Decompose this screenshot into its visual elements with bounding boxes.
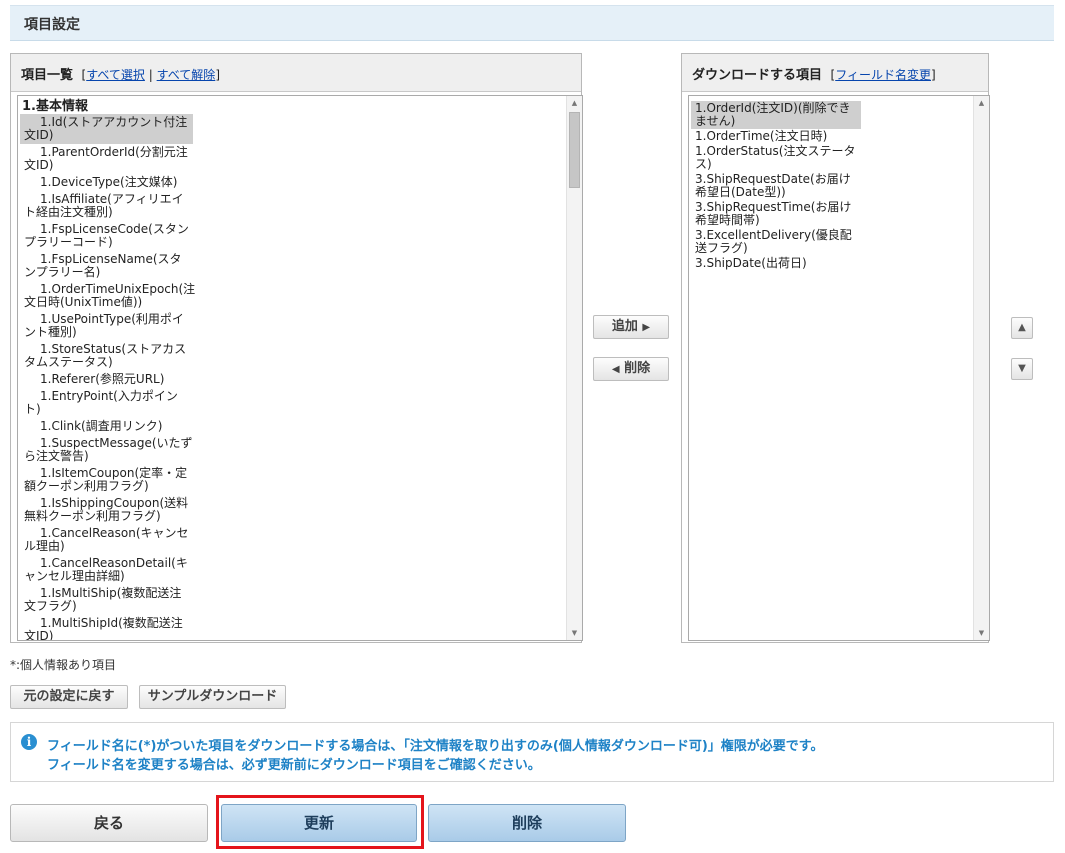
bracket-close: ] bbox=[931, 68, 936, 82]
download-field-option[interactable]: 3.ShipRequestDate(お届け希望日(Date型)) bbox=[691, 172, 861, 200]
field-option[interactable]: 1.DeviceType(注文媒体) bbox=[20, 174, 193, 191]
field-option[interactable]: 1.Referer(参照元URL) bbox=[20, 371, 193, 388]
update-button[interactable]: 更新 bbox=[221, 804, 417, 842]
triangle-down-icon: ▼ bbox=[1018, 363, 1026, 374]
deselect-all-link[interactable]: すべて解除 bbox=[157, 68, 216, 82]
reset-settings-button[interactable]: 元の設定に戻す bbox=[10, 685, 128, 709]
scroll-thumb[interactable] bbox=[569, 112, 580, 188]
download-field-option[interactable]: 3.ShipRequestTime(お届け希望時間帯) bbox=[691, 200, 861, 228]
download-fields-listbox[interactable]: 1.OrderId(注文ID)(削除できません) 1.OrderTime(注文日時… bbox=[688, 95, 990, 641]
field-option[interactable]: 1.ParentOrderId(分割元注文ID) bbox=[20, 144, 193, 174]
info-line-1: フィールド名に(*)がついた項目をダウンロードする場合は、「注文情報を取り出すの… bbox=[47, 739, 824, 754]
download-field-option[interactable]: 3.ShipDate(出荷日) bbox=[691, 256, 861, 271]
available-fields-listbox[interactable]: 1.基本情報 1.Id(ストアアカウント付注文ID) 1.ParentOrderId… bbox=[17, 95, 583, 641]
field-option[interactable]: 1.Clink(調査用リンク) bbox=[20, 418, 193, 435]
field-option[interactable]: 1.StoreStatus(ストアカスタムステータス) bbox=[20, 341, 193, 371]
select-all-link[interactable]: すべて選択 bbox=[86, 68, 145, 82]
section-title: 項目設定 bbox=[24, 17, 80, 33]
download-fields-list: 1.OrderId(注文ID)(削除できません) 1.OrderTime(注文日時… bbox=[691, 101, 861, 271]
download-fields-header: ダウンロードする項目 [フィールド名変更] bbox=[682, 54, 988, 92]
download-fields-panel: ダウンロードする項目 [フィールド名変更] 1.OrderId(注文ID)(削除… bbox=[681, 53, 990, 643]
field-list-panel: 項目一覧 [すべて選択 | すべて解除] 1.基本情報 1.Id(ストアアカウント… bbox=[10, 53, 583, 643]
delete-button[interactable]: 削除 bbox=[428, 804, 626, 842]
field-option[interactable]: 1.IsAffiliate(アフィリエイト経由注文種別) bbox=[20, 191, 193, 221]
download-field-option[interactable]: 1.OrderTime(注文日時) bbox=[691, 129, 861, 144]
field-option[interactable]: 1.UsePointType(利用ポイント種別) bbox=[20, 311, 193, 341]
field-option[interactable]: 1.EntryPoint(入力ポイント) bbox=[20, 388, 193, 418]
info-icon: i bbox=[21, 734, 37, 750]
remove-label: 削除 bbox=[624, 361, 651, 376]
add-label: 追加 bbox=[611, 319, 638, 334]
left-list-scrollbar[interactable]: ▲ ▼ bbox=[566, 96, 582, 640]
available-fields-list: 1.基本情報 1.Id(ストアアカウント付注文ID) 1.ParentOrderId… bbox=[20, 98, 195, 641]
field-option[interactable]: 1.CancelReasonDetail(キャンセル理由詳細) bbox=[20, 555, 193, 585]
back-button[interactable]: 戻る bbox=[10, 804, 208, 842]
personal-info-note: *:個人情報あり項目 bbox=[10, 658, 117, 672]
scroll-up-arrow-icon[interactable]: ▲ bbox=[567, 96, 582, 110]
field-option[interactable]: 1.CancelReason(キャンセル理由) bbox=[20, 525, 193, 555]
sample-download-button[interactable]: サンプルダウンロード bbox=[139, 685, 286, 709]
scroll-up-arrow-icon[interactable]: ▲ bbox=[974, 96, 989, 110]
field-option[interactable]: 1.Id(ストアアカウント付注文ID) bbox=[20, 114, 193, 144]
add-button[interactable]: 追加 ▶ bbox=[593, 315, 669, 339]
field-option[interactable]: 1.FspLicenseCode(スタンプラリーコード) bbox=[20, 221, 193, 251]
field-list-header: 項目一覧 [すべて選択 | すべて解除] bbox=[11, 54, 581, 92]
field-option[interactable]: 1.IsMultiShip(複数配送注文フラグ) bbox=[20, 585, 193, 615]
download-field-option[interactable]: 1.OrderId(注文ID)(削除できません) bbox=[691, 101, 861, 129]
triangle-up-icon: ▲ bbox=[1018, 322, 1026, 333]
field-option[interactable]: 1.SuspectMessage(いたずら注文警告) bbox=[20, 435, 193, 465]
download-field-option[interactable]: 1.OrderStatus(注文ステータス) bbox=[691, 144, 861, 172]
right-list-scrollbar[interactable]: ▲ ▼ bbox=[973, 96, 989, 640]
arrow-right-icon: ▶ bbox=[642, 322, 651, 333]
download-field-option[interactable]: 3.ExcellentDelivery(優良配送フラグ) bbox=[691, 228, 861, 256]
info-message-box: i フィールド名に(*)がついた項目をダウンロードする場合は、「注文情報を取り出… bbox=[10, 722, 1054, 782]
section-header: 項目設定 bbox=[10, 5, 1054, 41]
field-option[interactable]: 1.IsShippingCoupon(送料無料クーポン利用フラグ) bbox=[20, 495, 193, 525]
bracket-close: ] bbox=[215, 68, 220, 82]
arrow-left-icon: ◀ bbox=[611, 364, 620, 375]
move-down-button[interactable]: ▼ bbox=[1011, 358, 1033, 380]
move-up-button[interactable]: ▲ bbox=[1011, 317, 1033, 339]
link-separator: | bbox=[148, 68, 153, 82]
remove-button[interactable]: ◀ 削除 bbox=[593, 357, 669, 381]
field-option[interactable]: 1.MultiShipId(複数配送注文ID) bbox=[20, 615, 193, 641]
rename-fields-link[interactable]: フィールド名変更 bbox=[835, 68, 931, 82]
download-fields-title: ダウンロードする項目 bbox=[692, 68, 823, 83]
field-option[interactable]: 1.OrderTimeUnixEpoch(注文日時(UnixTime値)) bbox=[20, 281, 195, 311]
scroll-down-arrow-icon[interactable]: ▼ bbox=[567, 626, 582, 640]
field-option[interactable]: 1.FspLicenseName(スタンプラリー名) bbox=[20, 251, 193, 281]
list-group-label: 1.基本情報 bbox=[22, 99, 88, 114]
field-option[interactable]: 1.IsItemCoupon(定率・定額クーポン利用フラグ) bbox=[20, 465, 193, 495]
info-line-2: フィールド名を変更する場合は、必ず更新前にダウンロード項目をご確認ください。 bbox=[47, 758, 541, 773]
field-list-title: 項目一覧 bbox=[21, 68, 74, 83]
scroll-down-arrow-icon[interactable]: ▼ bbox=[974, 626, 989, 640]
